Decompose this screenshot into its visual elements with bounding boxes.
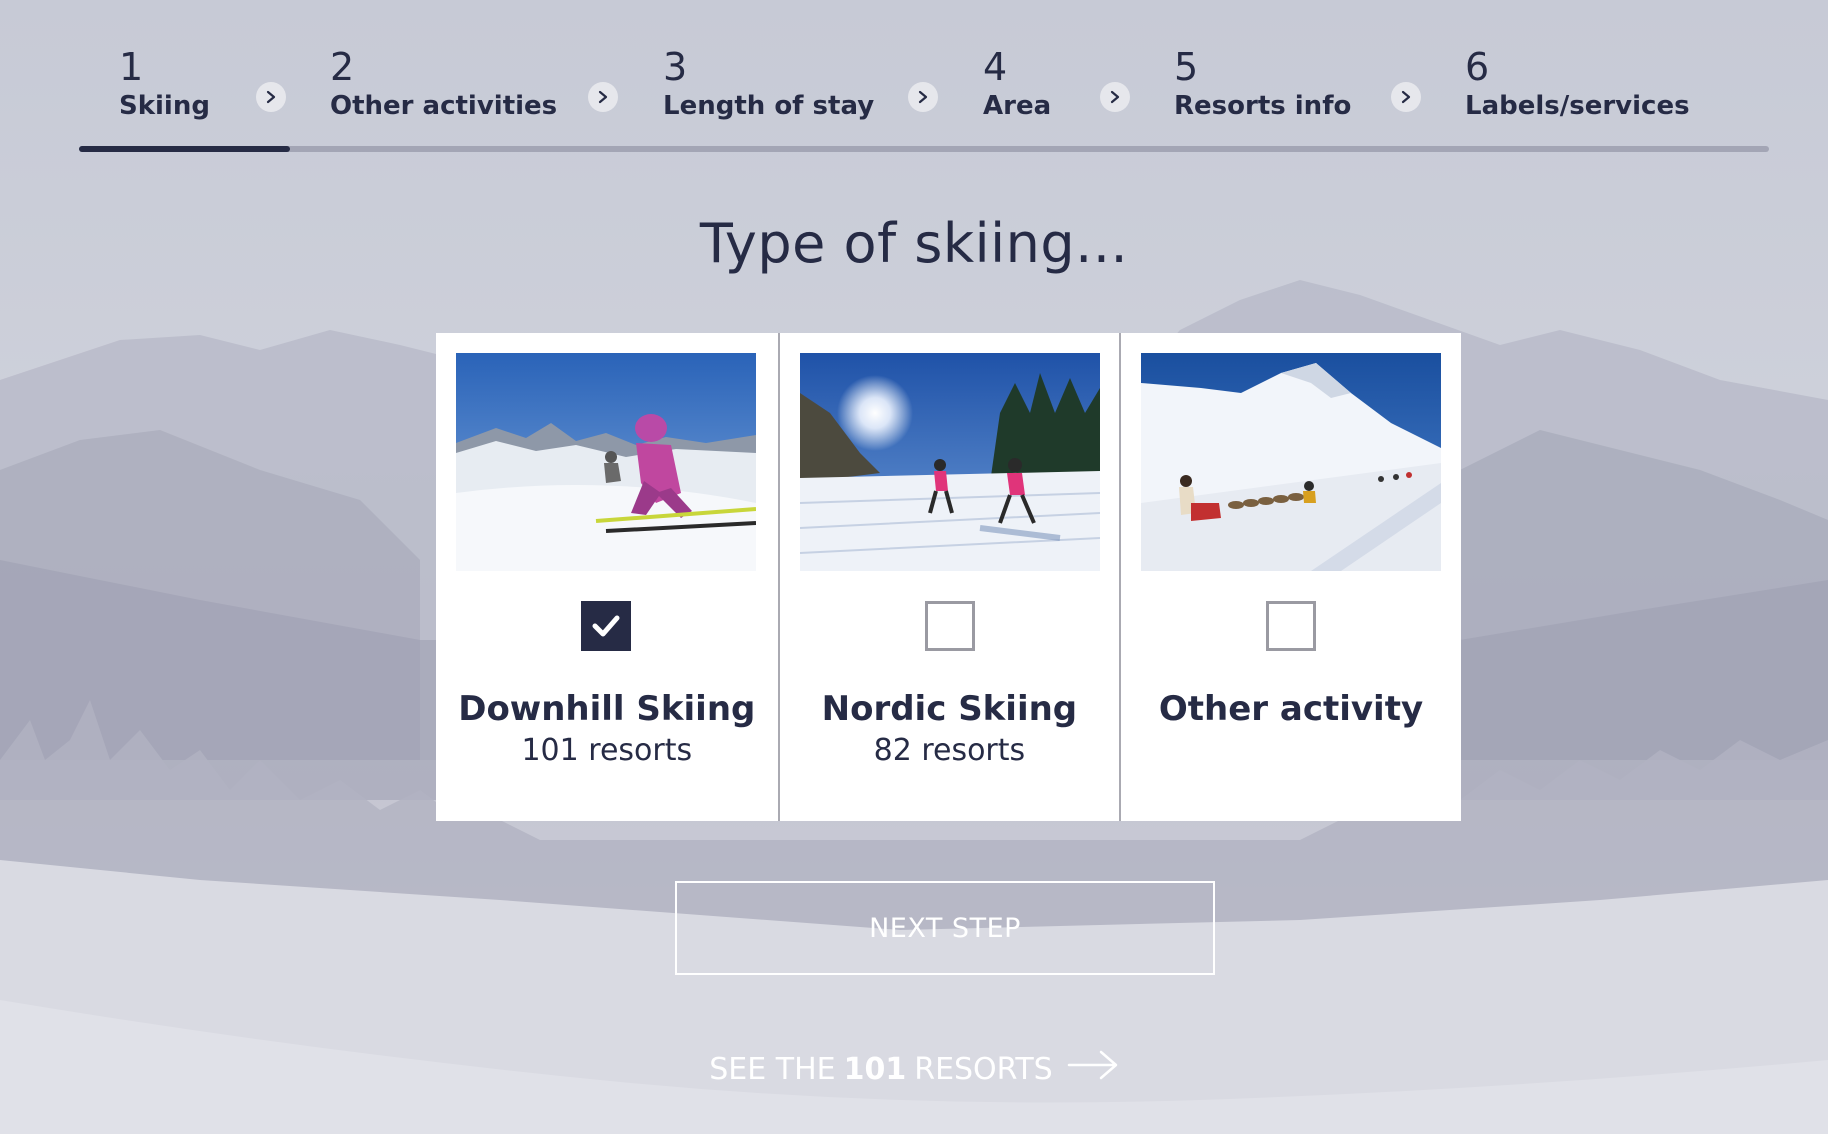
step-label: Labels/services <box>1465 91 1690 121</box>
see-resorts-count: 101 <box>843 1051 907 1087</box>
skiing-type-options: Downhill Skiing 101 resorts Nordic Skiin… <box>436 333 1461 821</box>
step-length-of-stay[interactable]: 3 Length of stay <box>663 44 874 122</box>
step-label: Skiing <box>119 91 210 121</box>
chevron-right-icon <box>1100 82 1130 112</box>
option-card-other-activity[interactable]: Other activity <box>1119 333 1461 821</box>
step-label: Area <box>983 91 1052 121</box>
page-title: Type of skiing... <box>699 212 1129 275</box>
step-number: 5 <box>1174 45 1199 89</box>
arrow-right-icon <box>1067 1048 1119 1090</box>
step-number: 4 <box>983 45 1008 89</box>
see-resorts-link[interactable]: SEE THE 101 RESORTS <box>0 1046 1828 1092</box>
progress-track-active <box>79 146 290 152</box>
step-number: 2 <box>330 45 355 89</box>
step-area[interactable]: 4 Area <box>983 44 1051 122</box>
progress-track <box>79 146 1769 152</box>
checkmark-icon <box>592 615 620 637</box>
step-label: Other activities <box>330 91 558 121</box>
option-name: Nordic Skiing <box>821 689 1078 729</box>
nordic-skiers-photo <box>799 353 1100 571</box>
option-card-nordic-skiing[interactable]: Nordic Skiing 82 resorts <box>777 333 1120 821</box>
step-labels-services[interactable]: 6 Labels/services <box>1465 44 1690 122</box>
option-checkbox[interactable] <box>581 601 631 651</box>
step-resorts-info[interactable]: 5 Resorts info <box>1174 44 1351 122</box>
step-number: 6 <box>1465 45 1490 89</box>
chevron-right-icon <box>908 82 938 112</box>
next-step-button[interactable]: NEXT STEP <box>675 881 1215 975</box>
step-other-activities[interactable]: 2 Other activities <box>330 44 557 122</box>
option-resort-count: 101 resorts <box>521 733 693 768</box>
downhill-skier-photo <box>456 353 756 571</box>
step-label: Resorts info <box>1174 91 1352 121</box>
step-skiing[interactable]: 1 Skiing <box>119 44 210 122</box>
dog-sled-photo <box>1141 353 1442 571</box>
progress-stepper: 1 Skiing 2 Other activities 3 Length of … <box>79 0 1769 154</box>
chevron-right-icon <box>1391 82 1421 112</box>
see-resorts-suffix: RESORTS <box>914 1051 1053 1087</box>
option-name: Other activity <box>1158 689 1424 729</box>
option-resort-count: 82 resorts <box>873 733 1026 768</box>
option-checkbox[interactable] <box>1266 601 1317 651</box>
option-card-downhill-skiing[interactable]: Downhill Skiing 101 resorts <box>436 333 778 821</box>
see-resorts-prefix: SEE THE <box>709 1051 836 1087</box>
chevron-right-icon <box>588 82 618 112</box>
chevron-right-icon <box>256 82 286 112</box>
option-name: Downhill Skiing <box>458 689 756 729</box>
option-checkbox[interactable] <box>924 601 975 651</box>
step-number: 1 <box>119 45 144 89</box>
step-number: 3 <box>663 45 688 89</box>
step-label: Length of stay <box>663 91 875 121</box>
